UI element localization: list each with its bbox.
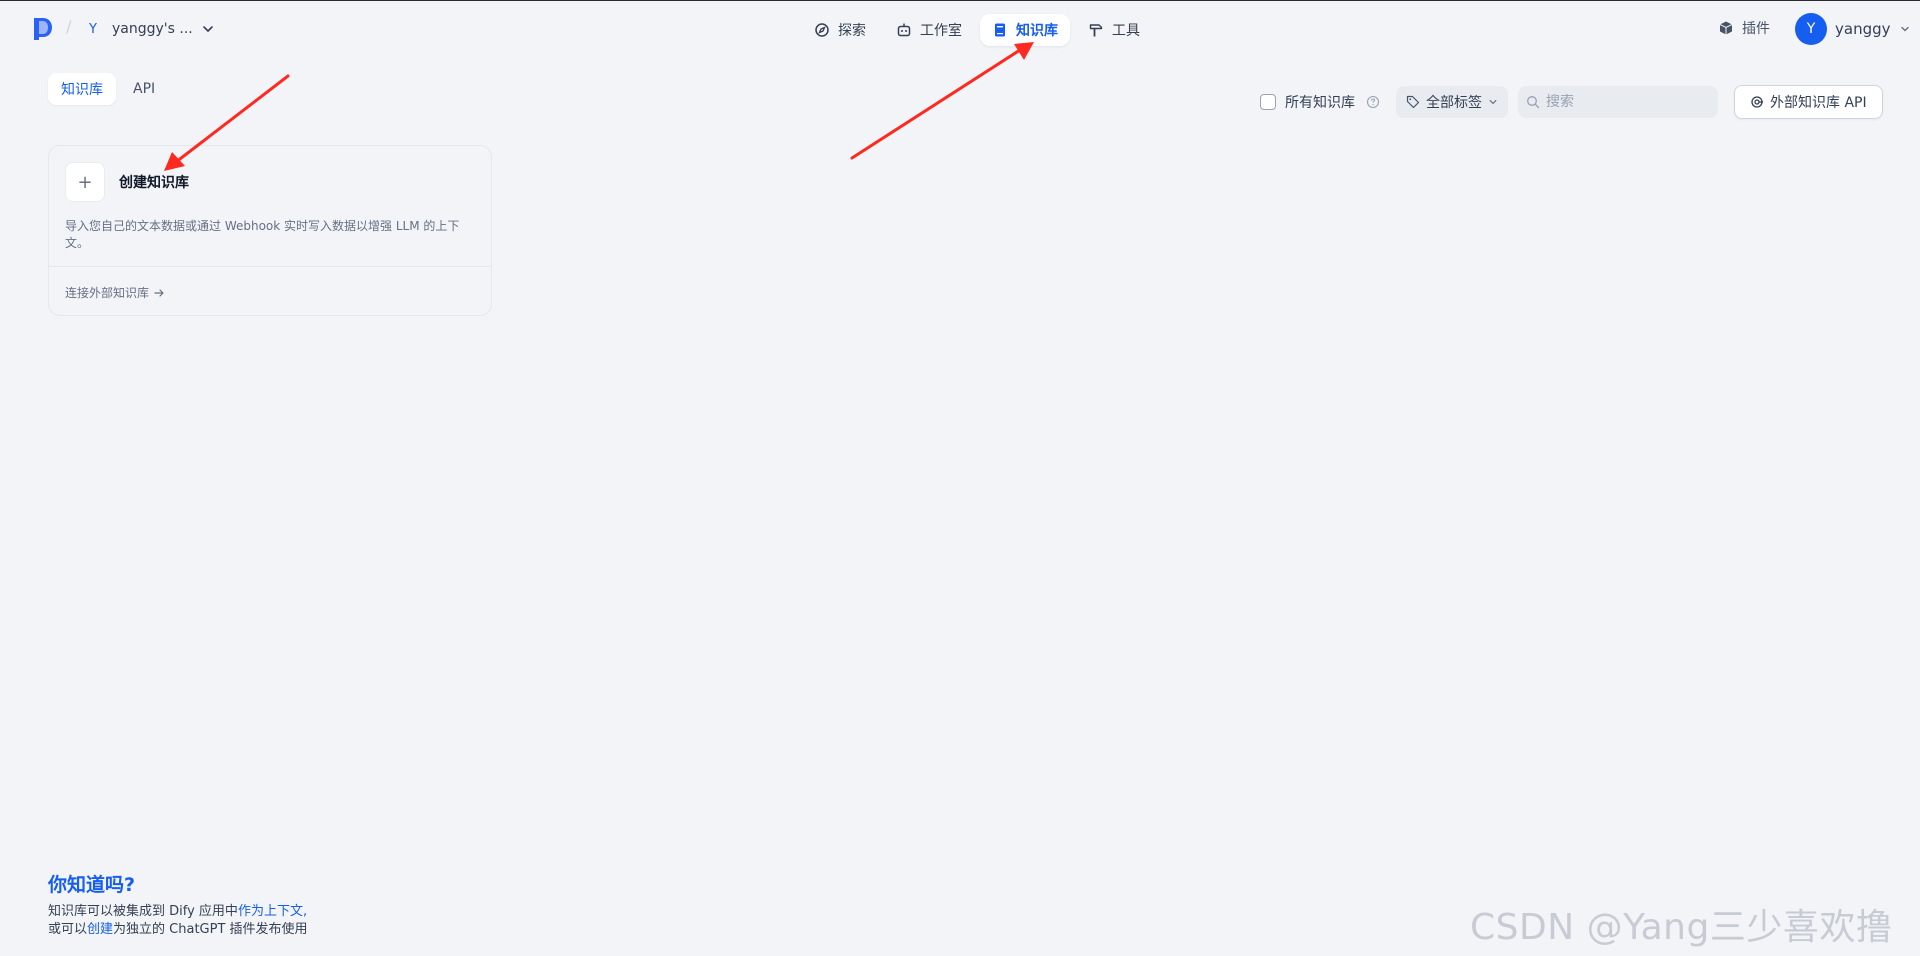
workspace-switcher[interactable]: Y yanggy's ... — [82, 15, 215, 43]
top-navigation-bar: / Y yanggy's ... 探索 工作室 知识库 工具 插件 Y yang… — [0, 0, 1920, 56]
content-tabs: 知识库 API — [48, 73, 168, 105]
tip-line-2-suffix: 为独立的 ChatGPT 插件发布使用 — [113, 922, 308, 937]
create-knowledge-card[interactable]: + 创建知识库 导入您自己的文本数据或通过 Webhook 实时写入数据以增强 … — [48, 145, 492, 316]
tag-filter-label: 全部标签 — [1426, 95, 1482, 111]
all-datasets-label: 所有知识库 — [1285, 95, 1355, 111]
tip-line-2-prefix: 或可以 — [48, 922, 88, 937]
robot-icon — [897, 23, 911, 37]
book-icon — [995, 23, 1005, 37]
workspace-badge: Y — [89, 21, 97, 37]
did-you-know-tip: 你知道吗? 知识库可以被集成到 Dify 应用中作为上下文, 或可以创建为独立的… — [48, 870, 308, 939]
main-nav: 探索 工作室 知识库 工具 — [802, 14, 1152, 46]
tip-line-1: 知识库可以被集成到 Dify 应用中作为上下文, — [48, 903, 308, 921]
connect-external-label: 连接外部知识库 — [65, 286, 150, 300]
user-menu[interactable]: Y yanggy — [1795, 13, 1911, 45]
tip-create-link[interactable]: 创建 — [87, 922, 113, 937]
all-datasets-checkbox[interactable] — [1260, 94, 1276, 110]
breadcrumb-separator: / — [66, 17, 72, 36]
plus-icon: + — [65, 162, 105, 202]
tip-title: 你知道吗? — [48, 874, 136, 896]
arrow-right-icon — [154, 288, 164, 297]
nav-explore[interactable]: 探索 — [802, 14, 878, 46]
plugins-label: 插件 — [1742, 21, 1770, 37]
search-icon — [1527, 96, 1540, 109]
search-box[interactable] — [1518, 86, 1718, 118]
dify-logo-icon[interactable] — [34, 18, 52, 40]
tag-icon — [1406, 95, 1420, 109]
compass-icon — [815, 23, 829, 37]
plugins-button[interactable]: 插件 — [1718, 18, 1770, 38]
hammer-icon — [1089, 24, 1103, 37]
nav-tools[interactable]: 工具 — [1076, 14, 1152, 46]
chevron-down-icon — [1489, 100, 1497, 105]
api-connection-icon — [1751, 96, 1763, 108]
create-knowledge-header[interactable]: + 创建知识库 — [65, 162, 189, 202]
external-api-button[interactable]: 外部知识库 API — [1734, 85, 1883, 119]
filter-toolbar: 所有知识库 全部标签 外部知识库 API — [1260, 85, 1883, 119]
nav-studio-label: 工作室 — [920, 23, 962, 39]
user-name: yanggy — [1835, 20, 1891, 38]
tip-line-1-text: 知识库可以被集成到 Dify 应用中 — [48, 904, 238, 919]
connect-external-link[interactable]: 连接外部知识库 — [65, 284, 165, 301]
chevron-down-icon — [202, 26, 213, 32]
tip-line-2: 或可以创建为独立的 ChatGPT 插件发布使用 — [48, 921, 308, 939]
tip-context-link[interactable]: 作为上下文, — [238, 904, 307, 919]
chevron-down-icon — [1900, 26, 1909, 32]
external-api-label: 外部知识库 API — [1770, 95, 1867, 111]
tab-api[interactable]: API — [120, 73, 168, 105]
all-datasets-toggle[interactable]: 所有知识库 — [1260, 92, 1380, 112]
watermark: CSDN @Yang三少喜欢撸铁 — [1470, 907, 1893, 948]
workspace-name: yanggy's ... — [112, 21, 193, 37]
help-circle-icon[interactable] — [1366, 95, 1380, 109]
annotation-arrow-knowledge — [850, 42, 1034, 160]
nav-knowledge-label: 知识库 — [1016, 23, 1058, 39]
create-knowledge-description: 导入您自己的文本数据或通过 Webhook 实时写入数据以增强 LLM 的上下文… — [65, 219, 460, 250]
nav-knowledge[interactable]: 知识库 — [980, 14, 1070, 46]
nav-studio[interactable]: 工作室 — [884, 14, 974, 46]
tag-filter-dropdown[interactable]: 全部标签 — [1396, 86, 1508, 118]
tab-knowledge[interactable]: 知识库 — [48, 73, 116, 105]
create-knowledge-title: 创建知识库 — [119, 175, 189, 191]
avatar: Y — [1795, 13, 1827, 45]
cube-icon — [1719, 21, 1733, 35]
nav-tools-label: 工具 — [1112, 23, 1140, 39]
search-input[interactable] — [1546, 94, 1706, 110]
annotation-arrows — [164, 42, 1034, 171]
nav-explore-label: 探索 — [838, 23, 866, 39]
card-divider — [49, 266, 491, 267]
